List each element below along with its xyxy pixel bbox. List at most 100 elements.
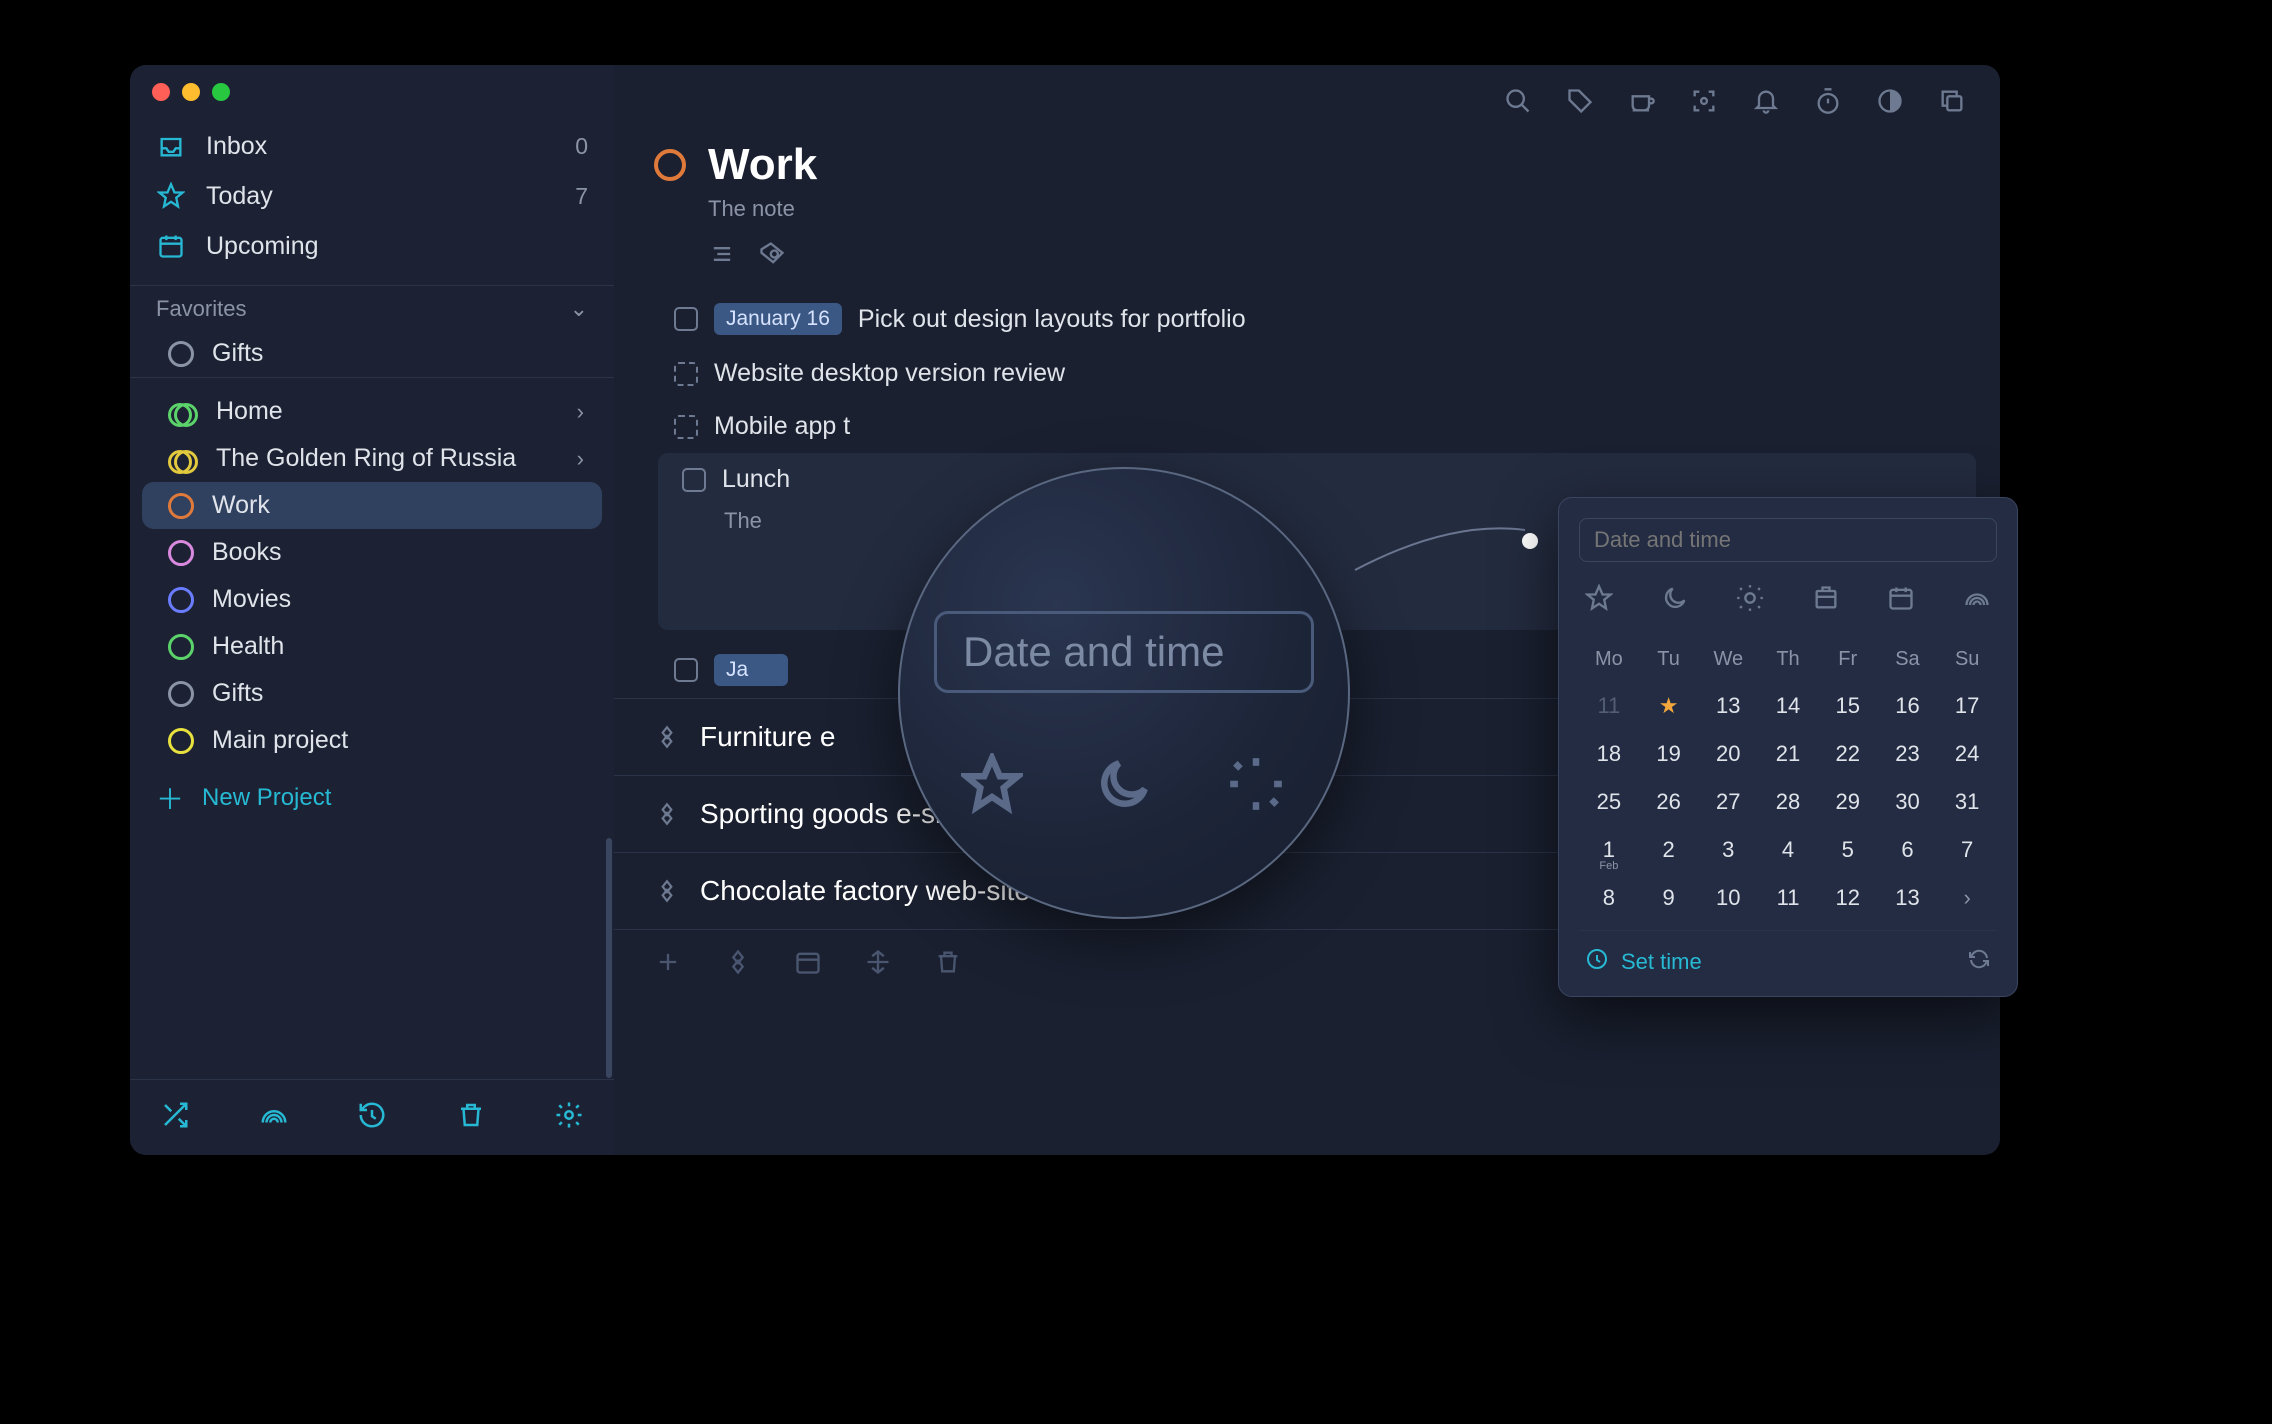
calendar-day[interactable]: 24 (1937, 730, 1997, 778)
calendar-day[interactable]: 11 (1758, 874, 1818, 922)
calendar-day[interactable]: 3 (1698, 826, 1758, 874)
contrast-icon[interactable] (1876, 87, 1904, 120)
add-task-icon[interactable] (654, 948, 682, 981)
weekday-label: Su (1937, 637, 1997, 682)
calendar-day[interactable]: 21 (1758, 730, 1818, 778)
checkbox[interactable] (674, 307, 698, 331)
search-icon[interactable] (1504, 87, 1532, 120)
next-month-button[interactable]: › (1937, 874, 1997, 922)
calendar-day[interactable]: 9 (1639, 874, 1699, 922)
calendar-day[interactable]: 19 (1639, 730, 1699, 778)
nav-today[interactable]: Today 7 (130, 171, 614, 221)
project-main-project[interactable]: Main project (142, 717, 602, 764)
favorites-header[interactable]: Favorites ⌄ (130, 286, 614, 330)
task-row[interactable]: Website desktop version review (614, 347, 2000, 400)
calendar-day[interactable]: 22 (1818, 730, 1878, 778)
project-the-golden-ring-of-russia[interactable]: The Golden Ring of Russia› (142, 435, 602, 482)
calendar-day[interactable]: 17 (1937, 682, 1997, 730)
list-icon[interactable] (708, 240, 736, 273)
calendar-day[interactable]: 18 (1579, 730, 1639, 778)
settings-icon[interactable] (554, 1100, 584, 1135)
checkbox-recurring[interactable] (674, 362, 698, 386)
schedule-icon[interactable] (794, 948, 822, 981)
history-icon[interactable] (357, 1100, 387, 1135)
shuffle-icon[interactable] (160, 1100, 190, 1135)
calendar-day[interactable]: 6 (1878, 826, 1938, 874)
calendar-day[interactable]: 16 (1878, 682, 1938, 730)
sun-icon[interactable] (1736, 584, 1764, 617)
calendar-day[interactable]: 5 (1818, 826, 1878, 874)
tag-icon[interactable] (1566, 87, 1594, 120)
scrollbar[interactable] (606, 838, 612, 1078)
clock-icon (1585, 947, 1609, 976)
calendar-day[interactable]: 14 (1758, 682, 1818, 730)
task-row[interactable]: January 16 Pick out design layouts for p… (614, 291, 2000, 347)
calendar-day[interactable]: 27 (1698, 778, 1758, 826)
weekday-label: We (1698, 637, 1758, 682)
date-time-input[interactable] (1579, 518, 1997, 562)
calendar-day[interactable]: 12 (1818, 874, 1878, 922)
calendar-day[interactable]: 10 (1698, 874, 1758, 922)
checkbox[interactable] (682, 468, 706, 492)
project-books[interactable]: Books (142, 529, 602, 576)
moon-icon[interactable] (1661, 584, 1689, 617)
chevron-right-icon: › (577, 399, 584, 425)
calendar-day[interactable]: 13 (1698, 682, 1758, 730)
calendar-day[interactable]: 1Feb (1579, 826, 1639, 874)
calendar-day[interactable]: 15 (1818, 682, 1878, 730)
bell-icon[interactable] (1752, 87, 1780, 120)
rainbow-icon[interactable] (1963, 584, 1991, 617)
new-project-button[interactable]: ＋ New Project (130, 764, 614, 832)
delete-icon[interactable] (934, 948, 962, 981)
set-time-button[interactable]: Set time (1621, 949, 1702, 975)
project-note: The note (614, 194, 2000, 232)
nav-upcoming[interactable]: Upcoming (130, 221, 614, 271)
group-icon[interactable] (724, 948, 752, 981)
rainbow-icon[interactable] (259, 1100, 289, 1135)
copy-icon[interactable] (1938, 87, 1966, 120)
coffee-icon[interactable] (1628, 87, 1656, 120)
project-movies[interactable]: Movies (142, 576, 602, 623)
calendar-day[interactable]: ★ (1639, 682, 1699, 730)
calendar-day[interactable]: 4 (1758, 826, 1818, 874)
date-badge[interactable]: January 16 (714, 303, 842, 335)
calendar-day[interactable]: 8 (1579, 874, 1639, 922)
calendar-day[interactable]: 7 (1937, 826, 1997, 874)
move-icon[interactable] (864, 948, 892, 981)
project-health[interactable]: Health (142, 623, 602, 670)
project-rings-icon (168, 449, 198, 469)
nav-inbox[interactable]: Inbox 0 (130, 121, 614, 171)
archive-icon[interactable] (1812, 584, 1840, 617)
calendar-day[interactable]: 31 (1937, 778, 1997, 826)
calendar-day[interactable]: 11 (1579, 682, 1639, 730)
calendar-icon[interactable] (1887, 584, 1915, 617)
favorite-gifts[interactable]: Gifts (142, 330, 602, 377)
calendar-day[interactable]: 25 (1579, 778, 1639, 826)
calendar-day[interactable]: 30 (1878, 778, 1938, 826)
calendar-day[interactable]: 26 (1639, 778, 1699, 826)
trash-icon[interactable] (456, 1100, 486, 1135)
date-badge[interactable]: Ja (714, 654, 788, 686)
calendar-day[interactable]: 2 (1639, 826, 1699, 874)
calendar-day[interactable]: 20 (1698, 730, 1758, 778)
refresh-icon[interactable] (1967, 947, 1991, 976)
project-work[interactable]: Work (142, 482, 602, 529)
task-row[interactable]: Mobile app t (614, 400, 2000, 453)
calendar-day[interactable]: 28 (1758, 778, 1818, 826)
project-gifts[interactable]: Gifts (142, 670, 602, 717)
search-tag-icon[interactable] (758, 240, 786, 273)
calendar-day[interactable]: 13 (1878, 874, 1938, 922)
focus-icon[interactable] (1690, 87, 1718, 120)
calendar-day[interactable]: 29 (1818, 778, 1878, 826)
project-home[interactable]: Home› (142, 388, 602, 435)
minimize-window[interactable] (182, 83, 200, 101)
maximize-window[interactable] (212, 83, 230, 101)
star-icon[interactable] (1585, 584, 1613, 617)
close-window[interactable] (152, 83, 170, 101)
nav-inbox-count: 0 (575, 133, 588, 160)
calendar-grid: MoTuWeThFrSaSu 11★1314151617181920212223… (1579, 637, 1997, 922)
checkbox-recurring[interactable] (674, 415, 698, 439)
calendar-day[interactable]: 23 (1878, 730, 1938, 778)
timer-icon[interactable] (1814, 87, 1842, 120)
checkbox[interactable] (674, 658, 698, 682)
